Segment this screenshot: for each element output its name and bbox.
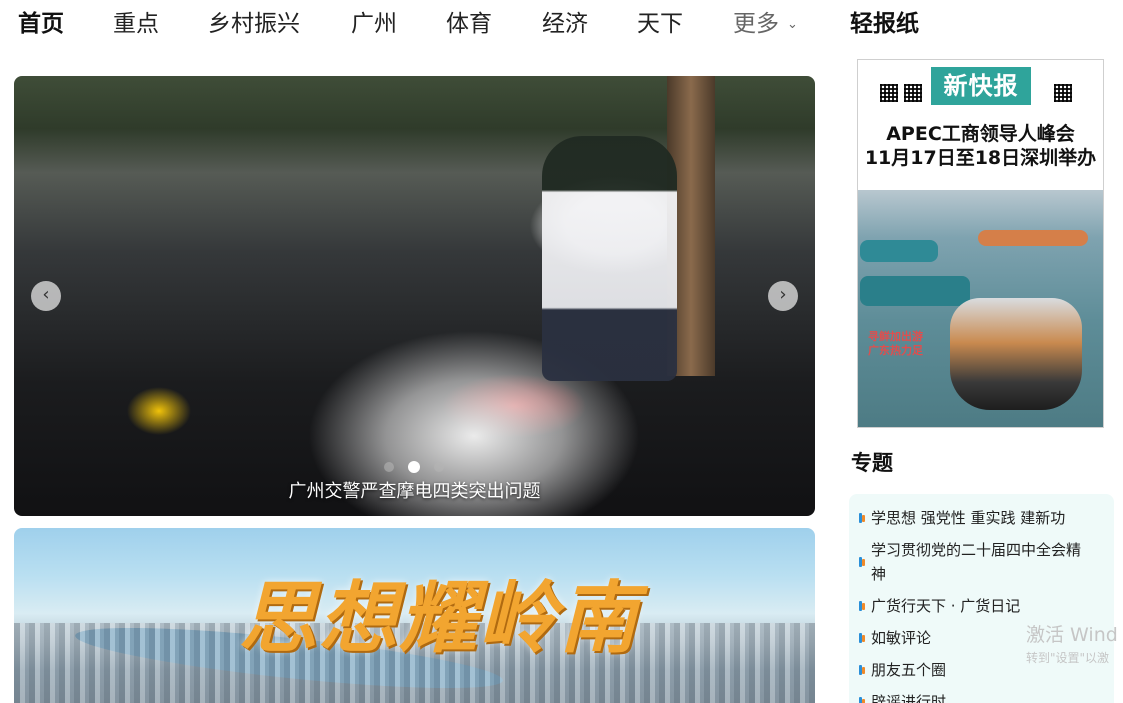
newspaper-photo: 寻鲜加出游 广东热力足 [858,190,1103,427]
carousel-indicators [384,456,458,473]
bullet-icon [859,633,866,643]
newspaper-photo-caption-2: 广东热力足 [868,344,923,357]
nav-item-key-points[interactable]: 重点 [113,8,159,40]
topic-label: 如敏评论 [871,629,932,647]
topic-label: 朋友五个圈 [871,661,947,679]
newspaper-photo-caption-1: 寻鲜加出游 [868,330,923,343]
topic-item[interactable]: 朋友五个圈 [859,658,1109,682]
feature-banner[interactable]: 思想耀岭南 [14,528,815,703]
topics-title: 专题 [849,451,895,480]
newspaper-headline-1: APEC工商领导人峰会 [886,123,1075,145]
topic-label: 辟谣进行时 [871,693,947,703]
bullet-icon [859,601,866,611]
bullet-icon [859,665,866,675]
nav-item-light-paper[interactable]: 轻报纸 [847,8,922,44]
topic-item[interactable]: 辟谣进行时 [859,690,1109,703]
hero-photo-rider [542,136,677,381]
bullet-icon [859,557,866,567]
newspaper-header: 新快报 [858,60,1103,112]
topic-item[interactable]: 学习贯彻党的二十届四中全会精神 [859,538,1109,586]
nav-item-home[interactable]: 首页 [15,8,67,44]
topics-panel: 学思想 强党性 重实践 建新功 学习贯彻党的二十届四中全会精神 广货行天下 · … [849,494,1114,703]
boat-graphic [950,298,1082,410]
topic-item[interactable]: 如敏评论 [859,626,1109,650]
boat-graphic [978,230,1088,246]
topic-item[interactable]: 广货行天下 · 广货日记 [859,594,1109,618]
newspaper-headline-2: 11月17日至18日深圳举办 [864,147,1097,169]
newspaper-masthead: 新快报 [931,67,1031,105]
hero-carousel[interactable]: ‹ › 广州交警严查摩电四类突出问题 [14,76,815,516]
nav-item-more[interactable]: 更多 ⌄ [733,8,798,41]
topic-label: 学习贯彻党的二十届四中全会精神 [871,541,1082,583]
nav-item-economy[interactable]: 经济 [542,8,588,40]
chevron-left-icon: ‹ [42,284,50,305]
nav-item-rural-revitalization[interactable]: 乡村振兴 [208,8,300,40]
topic-label: 学思想 强党性 重实践 建新功 [871,509,1066,527]
carousel-prev-button[interactable]: ‹ [31,281,61,311]
bullet-icon [859,697,866,703]
nav-item-world[interactable]: 天下 [637,8,683,40]
chevron-down-icon: ⌄ [787,16,798,32]
carousel-dot-3[interactable] [434,461,444,472]
nav-item-guangzhou[interactable]: 广州 [351,8,397,40]
topic-item[interactable]: 学思想 强党性 重实践 建新功 [859,506,1109,530]
qr-code-icon [1054,84,1072,102]
hero-caption[interactable]: 广州交警严查摩电四类突出问题 [14,476,815,508]
carousel-dot-2[interactable] [408,460,420,473]
nav-more-label: 更多 [733,11,779,37]
qr-code-icon [880,84,898,102]
chevron-right-icon: › [779,284,787,305]
boat-graphic [860,276,970,306]
nav-item-sports[interactable]: 体育 [446,8,492,40]
top-nav: 首页 重点 乡村振兴 广州 体育 经济 天下 更多 ⌄ 轻报纸 [0,0,1123,50]
newspaper-cover[interactable]: 新快报 APEC工商领导人峰会 11月17日至18日深圳举办 寻鲜加出游 广东热… [857,59,1104,428]
boat-graphic [860,240,938,262]
topic-label: 广货行天下 · 广货日记 [871,597,1021,615]
bullet-icon [859,513,866,523]
qr-code-icon [904,84,922,102]
banner-title: 思想耀岭南 [239,573,640,664]
carousel-dot-1[interactable] [384,461,394,472]
carousel-next-button[interactable]: › [768,281,798,311]
